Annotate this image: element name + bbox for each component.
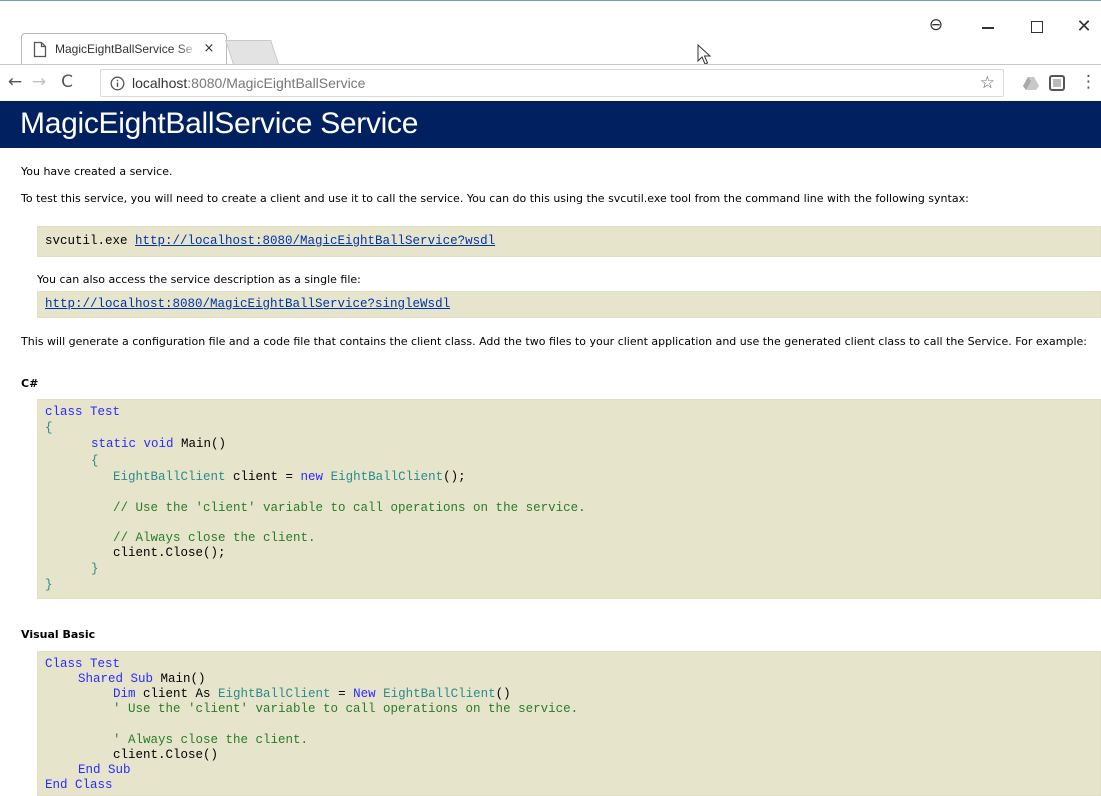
cs-inner-open-brace: {	[91, 454, 99, 468]
maximize-icon	[1031, 21, 1043, 33]
window-close-button[interactable]: ✕	[1064, 15, 1101, 41]
browser-menu-icon[interactable]: ⋮	[1080, 70, 1097, 94]
tab-title-fade	[177, 40, 199, 60]
cs-main: Main()	[173, 437, 227, 451]
vb-kw-class: Class	[45, 657, 83, 671]
address-bar[interactable]: localhost:8080/MagicEightBallService ☆	[100, 69, 1004, 97]
vb-kw-dim: Dim	[113, 687, 136, 701]
drive-extension-icon[interactable]	[1021, 73, 1041, 93]
generate-text: This will generate a configuration file …	[21, 335, 1087, 348]
cs-kw-void: void	[143, 437, 174, 451]
cs-open-brace: {	[45, 421, 53, 435]
vb-class-name: Test	[82, 657, 121, 671]
svcutil-command: svcutil.exe http://localhost:8080/MagicE…	[45, 234, 495, 249]
vb-comment-use: ' Use the 'client' variable to call oper…	[113, 702, 579, 716]
svcutil-prefix: svcutil.exe	[45, 234, 136, 248]
cs-inner-close-brace: }	[91, 562, 99, 576]
cs-comment-close: // Always close the client.	[113, 531, 316, 545]
maximize-button[interactable]	[1017, 15, 1057, 41]
cs-line-main: static void Main()	[91, 437, 226, 452]
cs-kw-static: static	[91, 437, 137, 451]
vb-line-dim: Dim client As EightBallClient = New Eigh…	[113, 687, 511, 702]
bookmark-star-icon[interactable]: ☆	[980, 73, 995, 93]
vb-heading: Visual Basic	[21, 628, 96, 641]
cs-line-class: class Test	[45, 405, 120, 420]
vb-line-sub: Shared Sub Main()	[78, 672, 206, 687]
vb-close-call: client.Close()	[113, 748, 219, 762]
csharp-heading: C#	[21, 377, 39, 390]
browser-toolbar: ← → C localhost:8080/MagicEightBallServi…	[0, 64, 1101, 100]
cs-comment-use: // Use the 'client' variable to call ope…	[113, 501, 586, 515]
vb-end-sub: End Sub	[78, 763, 131, 777]
vb-type-client: EightBallClient	[218, 687, 331, 701]
cs-close-brace: }	[45, 578, 53, 592]
cs-type-client: EightBallClient	[113, 470, 226, 484]
single-file-text: You can also access the service descript…	[37, 273, 361, 286]
page-heading-banner: MagicEightBallService Service	[0, 101, 1101, 148]
reload-button[interactable]: C	[55, 69, 79, 95]
back-button[interactable]: ←	[3, 69, 27, 95]
url-path: :8080/MagicEightBallService	[187, 75, 366, 91]
test-instructions-text: To test this service, you will need to c…	[21, 192, 969, 205]
vb-kw-new: New	[353, 687, 376, 701]
vb-end-class: End Class	[45, 778, 113, 792]
account-icon[interactable]: ⊖	[916, 15, 956, 41]
forward-button[interactable]: →	[27, 69, 51, 95]
vb-comment-close: ' Always close the client.	[113, 733, 309, 747]
mouse-cursor-icon	[697, 44, 712, 65]
minimize-button[interactable]	[968, 15, 1008, 41]
created-text: You have created a service.	[21, 165, 173, 178]
single-wsdl-line: http://localhost:8080/MagicEightBallServ…	[45, 297, 450, 312]
vb-ctor: EightBallClient	[375, 687, 496, 701]
page-content: MagicEightBallService Service You have c…	[0, 100, 1101, 796]
vb-code-box: Class Test Shared Sub Main() Dim client …	[37, 651, 1101, 796]
cs-class-name: Test	[82, 405, 121, 419]
single-wsdl-link[interactable]: http://localhost:8080/MagicEightBallServ…	[45, 297, 450, 311]
wsdl-link[interactable]: http://localhost:8080/MagicEightBallServ…	[135, 234, 495, 248]
vb-line-class: Class Test	[45, 657, 120, 672]
vb-main: Main()	[153, 672, 206, 686]
cs-close-call: client.Close();	[113, 546, 226, 560]
cs-client-decl: client =	[225, 470, 301, 484]
new-tab-button[interactable]	[225, 40, 279, 64]
cs-ctor: EightBallClient	[323, 470, 444, 484]
extension-square-icon[interactable]	[1047, 73, 1067, 93]
browser-titlebar: MagicEightBallService Se × ⊖ ✕	[0, 0, 1101, 65]
cs-kw-new: new	[300, 470, 324, 484]
document-icon	[33, 41, 47, 58]
tab-close-icon[interactable]: ×	[201, 40, 217, 58]
minimize-icon	[982, 27, 994, 29]
vb-kw-shared-sub: Shared Sub	[78, 672, 154, 686]
csharp-code-box: class Test { static void Main() { EightB…	[37, 399, 1101, 599]
svcutil-command-box: svcutil.exe http://localhost:8080/MagicE…	[37, 226, 1101, 257]
url-host: localhost	[132, 75, 188, 91]
vb-equals: =	[330, 687, 354, 701]
vb-client-as: client As	[135, 687, 219, 701]
single-wsdl-box: http://localhost:8080/MagicEightBallServ…	[37, 291, 1101, 318]
vb-ctor-end: ()	[495, 687, 511, 701]
tab-title: MagicEightBallService Se	[55, 42, 193, 56]
page-title: MagicEightBallService Service	[20, 107, 419, 140]
info-icon[interactable]	[110, 76, 125, 91]
cs-ctor-end: ();	[443, 470, 466, 484]
cs-line-client: EightBallClient client = new EightBallCl…	[113, 470, 466, 485]
browser-tab-active[interactable]: MagicEightBallService Se ×	[21, 33, 227, 65]
url-text[interactable]: localhost:8080/MagicEightBallService	[132, 75, 365, 91]
cs-kw-class: class	[45, 405, 83, 419]
